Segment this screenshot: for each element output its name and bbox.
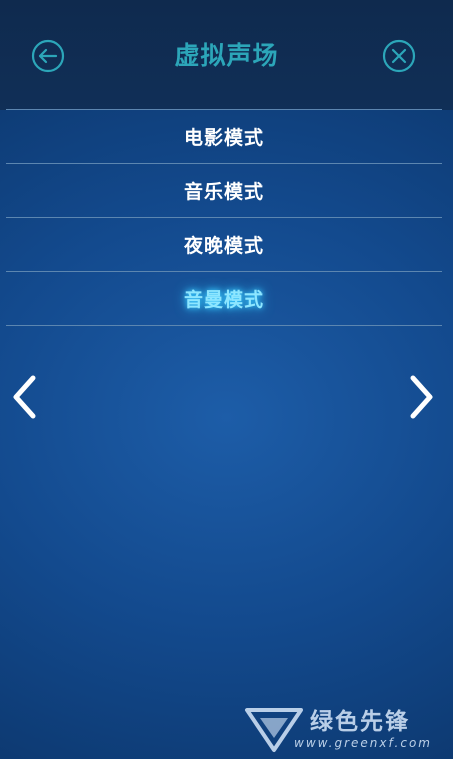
- mode-item-label: 电影模式: [183, 127, 264, 149]
- sound-mode-list: 电影模式 音乐模式 夜晚模式 音曼模式: [6, 109, 442, 326]
- mode-item-night[interactable]: 夜晚模式: [6, 217, 442, 271]
- chevron-right-icon[interactable]: [407, 372, 437, 422]
- mode-item-label: 音乐模式: [183, 181, 264, 203]
- mode-item-label: 夜晚模式: [183, 235, 264, 257]
- chevron-left-icon[interactable]: [9, 372, 39, 422]
- watermark-name: 绿色先锋: [310, 709, 410, 735]
- mode-item-movie[interactable]: 电影模式: [6, 109, 442, 163]
- close-icon[interactable]: [382, 39, 416, 73]
- watermark: 绿色先锋 www.greenxf.com: [244, 700, 449, 756]
- watermark-url: www.greenxf.com: [294, 736, 432, 750]
- mode-item-label: 音曼模式: [183, 289, 264, 311]
- mode-item-selected[interactable]: 音曼模式: [6, 271, 442, 326]
- mode-item-music[interactable]: 音乐模式: [6, 163, 442, 217]
